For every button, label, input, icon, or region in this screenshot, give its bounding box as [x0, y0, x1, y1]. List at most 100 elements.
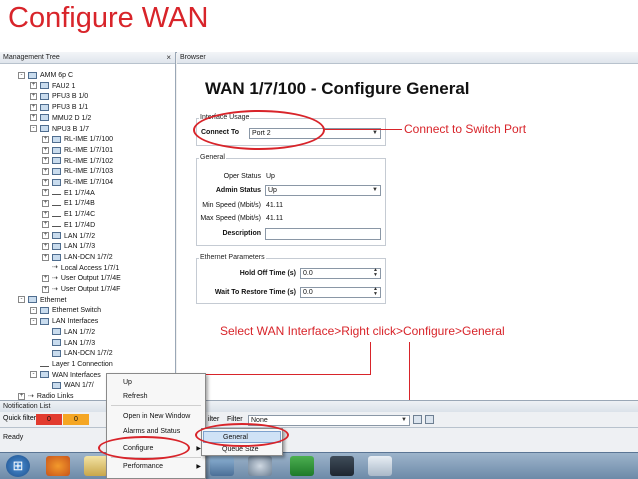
configure-highlight-ring [98, 436, 190, 460]
tree-item[interactable]: - LAN Interfaces [30, 316, 98, 327]
start-button[interactable]: ⊞ [6, 455, 30, 477]
expand-icon[interactable]: + [42, 253, 49, 261]
wait-to-restore-value: 0.0 [303, 289, 313, 296]
device-icon [52, 157, 61, 165]
chevron-down-icon: ▼ [372, 187, 378, 193]
firefox-icon[interactable] [46, 456, 70, 476]
terminal-icon[interactable] [330, 456, 354, 476]
device-icon [52, 232, 61, 240]
device-icon [52, 135, 61, 143]
tree-item-label: Layer 1 Connection [52, 360, 113, 368]
tree-item[interactable]: LAN-DCN 1/7/2 [42, 348, 113, 359]
connect-to-highlight-ring [193, 110, 325, 150]
management-tree-header: Management Tree × [0, 52, 175, 64]
menu-item-up[interactable]: Up [107, 376, 205, 390]
tree-item[interactable]: + PFU3 B 1/0 [30, 91, 88, 102]
expand-icon[interactable]: + [42, 210, 49, 218]
tree-item[interactable]: LAN 1/7/3 [42, 338, 95, 349]
tree-item[interactable]: - Ethernet Switch [30, 305, 101, 316]
excel-icon[interactable] [290, 456, 314, 476]
tree-item[interactable]: + E1 1/7/4C [42, 209, 95, 220]
expand-icon[interactable]: + [42, 242, 49, 250]
collapse-icon[interactable]: - [30, 125, 37, 133]
expand-icon[interactable]: + [30, 103, 37, 111]
menu-item-performance[interactable]: Performance ▶ [107, 460, 205, 474]
expand-icon[interactable]: + [42, 146, 49, 154]
tree-item[interactable]: - WAN Interfaces [30, 370, 101, 381]
expand-icon[interactable]: + [42, 189, 49, 197]
tree-item[interactable]: + ⇢ User Output 1/7/4E [42, 273, 121, 284]
files-icon[interactable] [84, 456, 108, 476]
window-icon[interactable] [368, 456, 392, 476]
collapse-icon[interactable]: - [18, 71, 25, 79]
tree-item[interactable]: + LAN-DCN 1/7/2 [42, 252, 113, 263]
major-alarm-count-badge[interactable]: 0 [63, 414, 89, 425]
tree-item[interactable]: + E1 1/7/4D [42, 220, 95, 231]
menu-item-refresh[interactable]: Refresh [107, 390, 205, 404]
admin-status-select[interactable]: Up ▼ [265, 185, 381, 196]
expand-icon[interactable]: + [42, 135, 49, 143]
spinner-arrows-icon[interactable]: ▲ ▼ [373, 268, 378, 278]
tree-item[interactable]: + LAN 1/7/3 [42, 241, 95, 252]
expand-icon[interactable]: + [30, 114, 37, 122]
app-icon[interactable] [210, 456, 234, 476]
tree-item[interactable]: WAN 1/7/ [42, 380, 94, 391]
tree-item[interactable]: + MMU2 D 1/2 [30, 113, 91, 124]
collapse-icon[interactable]: - [30, 317, 37, 325]
tree-item[interactable]: + RL-IME 1/7/101 [42, 145, 113, 156]
tree-item[interactable]: + PFU3 B 1/1 [30, 102, 88, 113]
expand-icon[interactable]: + [42, 232, 49, 240]
expand-icon[interactable]: + [42, 285, 49, 293]
tree-item[interactable]: + ⇢ Radio Links [18, 391, 73, 400]
select-callout-text: Select WAN Interface>Right click>Configu… [220, 324, 505, 338]
tree-item-label: LAN 1/7/3 [64, 339, 96, 347]
tree-item[interactable]: + RL-IME 1/7/102 [42, 156, 113, 167]
expand-icon[interactable]: + [42, 221, 49, 229]
expand-icon[interactable]: + [18, 392, 25, 400]
tree-item[interactable]: ⇢ Local Access 1/7/1 [42, 263, 119, 274]
expand-icon[interactable]: + [30, 93, 37, 101]
filter-select[interactable]: None ▼ [248, 415, 410, 426]
menu-item-open-new-window[interactable]: Open in New Window [107, 410, 205, 424]
hold-off-time-stepper[interactable]: 0.0 ▲ ▼ [300, 268, 381, 279]
tree-item[interactable]: + LAN 1/7/2 [42, 231, 95, 242]
tree-item[interactable]: + RL-IME 1/7/100 [42, 134, 113, 145]
tree-item[interactable]: LAN 1/7/2 [42, 327, 95, 338]
tree-item[interactable]: + ⇢ User Output 1/7/4F [42, 284, 120, 295]
tree-item[interactable]: Layer 1 Connection [30, 359, 113, 370]
tree-item[interactable]: + E1 1/7/4B [42, 198, 95, 209]
expand-icon[interactable]: + [42, 178, 49, 186]
tree-item[interactable]: - Ethernet [18, 295, 66, 306]
expand-icon[interactable]: + [42, 274, 49, 282]
expand-icon[interactable]: + [42, 157, 49, 165]
tree-item[interactable]: - AMM 6p C [18, 70, 73, 81]
link-icon [40, 362, 49, 367]
spinner-arrows-icon[interactable]: ▲ ▼ [373, 287, 378, 297]
collapse-icon[interactable]: - [30, 371, 37, 379]
description-field[interactable] [265, 228, 381, 240]
filter-label-partial: ilter [208, 416, 220, 423]
close-icon[interactable]: × [166, 52, 171, 64]
expand-icon[interactable]: + [42, 167, 49, 175]
settings-icon[interactable] [248, 456, 272, 476]
collapse-icon[interactable]: - [18, 296, 25, 304]
tree-item[interactable]: + FAU2 1 [30, 81, 75, 92]
oper-status-label: Oper Status [223, 173, 261, 180]
filter-clear-icon[interactable] [425, 415, 434, 424]
device-icon [52, 242, 61, 250]
tree-item[interactable]: + E1 1/7/4A [42, 188, 95, 199]
link-icon [52, 222, 61, 228]
expand-icon[interactable]: + [30, 82, 37, 90]
wait-to-restore-stepper[interactable]: 0.0 ▲ ▼ [300, 287, 381, 298]
tree-item-label: E1 1/7/4D [64, 221, 96, 229]
device-icon [52, 167, 61, 175]
status-bar: Ready [0, 428, 638, 452]
filter-edit-icon[interactable] [413, 415, 422, 424]
tree-item[interactable]: - NPU3 B 1/7 [30, 124, 89, 135]
tree-item[interactable]: + RL-IME 1/7/104 [42, 177, 113, 188]
tree-item-label: NPU3 B 1/7 [52, 125, 89, 133]
tree-item[interactable]: + RL-IME 1/7/103 [42, 166, 113, 177]
critical-alarm-count-badge[interactable]: 0 [36, 414, 62, 425]
collapse-icon[interactable]: - [30, 307, 37, 315]
expand-icon[interactable]: + [42, 200, 49, 208]
